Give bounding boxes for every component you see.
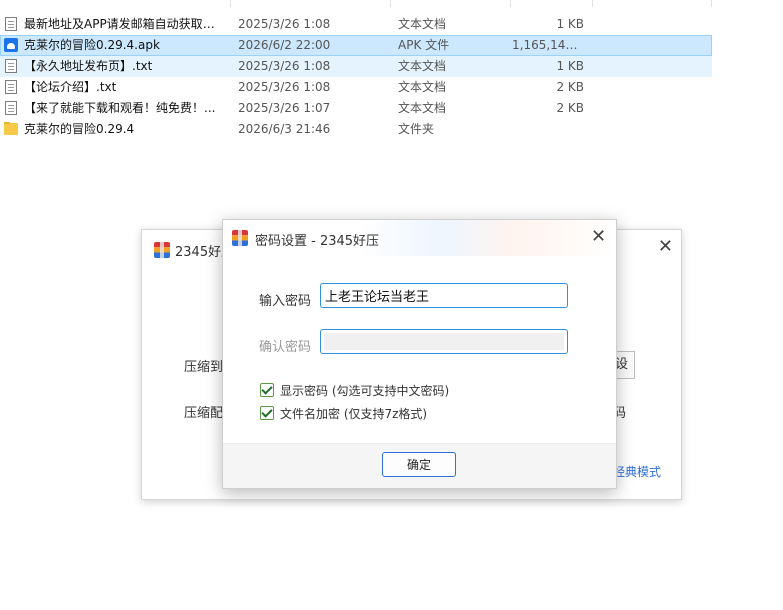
file-row[interactable]: 【论坛介绍】.txt 2025/3/26 1:08 文本文档 2 KB — [0, 77, 712, 98]
file-name: 克莱尔的冒险0.29.4.apk — [24, 38, 160, 52]
file-type: 文本文档 — [398, 101, 447, 115]
file-date: 2025/3/26 1:08 — [238, 17, 331, 31]
file-size: 2 KB — [556, 80, 584, 94]
file-date: 2025/3/26 1:08 — [238, 59, 331, 73]
dialog-footer: 确定 — [223, 443, 616, 488]
text-file-icon — [4, 17, 19, 32]
haozip-logo-icon — [232, 230, 248, 246]
close-icon[interactable]: ✕ — [591, 226, 606, 247]
password-input[interactable] — [320, 283, 568, 308]
show-password-label: 显示密码 (勾选可支持中文密码) — [280, 384, 450, 398]
show-password-checkbox[interactable] — [260, 383, 274, 397]
file-type: 文本文档 — [398, 59, 447, 73]
file-name: 最新地址及APP请发邮箱自动获取！... — [24, 17, 226, 31]
file-size: 1 KB — [556, 17, 584, 31]
file-name: 【永久地址发布页】.txt — [24, 59, 153, 73]
file-type: 文本文档 — [398, 80, 447, 94]
haozip-logo-icon — [154, 242, 170, 258]
text-file-icon — [4, 59, 19, 74]
file-row-selected[interactable]: 克莱尔的冒险0.29.4.apk 2026/6/2 22:00 APK 文件 1… — [0, 35, 712, 56]
file-type: 文件夹 — [398, 122, 435, 136]
file-size: 1 KB — [556, 59, 584, 73]
column-header — [0, 0, 712, 7]
encrypt-filenames-label: 文件名加密 (仅支持7z格式) — [280, 407, 428, 421]
apk-file-icon — [4, 38, 19, 53]
password-dialog: 密码设置 - 2345好压 ✕ 输入密码 确认密码 显示密码 (勾选可支持中文密… — [222, 219, 617, 489]
file-row[interactable]: 最新地址及APP请发邮箱自动获取！... 2025/3/26 1:08 文本文档… — [0, 14, 712, 35]
folder-icon — [4, 122, 19, 137]
file-type: 文本文档 — [398, 17, 447, 31]
file-name: 【来了就能下载和观看！纯免费！... — [24, 101, 216, 115]
file-date: 2026/6/2 22:00 — [238, 38, 331, 52]
file-date: 2026/6/3 21:46 — [238, 122, 331, 136]
file-row[interactable]: 【来了就能下载和观看！纯免费！... 2025/3/26 1:07 文本文档 2… — [0, 98, 712, 119]
compress-to-label: 压缩到 — [184, 360, 224, 375]
file-name: 克莱尔的冒险0.29.4 — [24, 122, 135, 136]
file-list: 最新地址及APP请发邮箱自动获取！... 2025/3/26 1:08 文本文档… — [0, 14, 712, 140]
file-size: 1,165,149... — [512, 38, 584, 52]
file-date: 2025/3/26 1:08 — [238, 80, 331, 94]
classic-mode-link[interactable]: 经典模式 — [613, 463, 661, 480]
encrypt-filenames-checkbox[interactable] — [260, 406, 274, 420]
file-size: 2 KB — [556, 101, 584, 115]
text-file-icon — [4, 101, 19, 116]
text-file-icon — [4, 80, 19, 95]
ok-button[interactable]: 确定 — [382, 452, 456, 477]
close-icon[interactable]: ✕ — [658, 236, 673, 257]
dialog-title: 密码设置 - 2345好压 — [255, 234, 380, 249]
confirm-password-label: 确认密码 — [259, 340, 312, 355]
password-label: 输入密码 — [259, 294, 312, 309]
confirm-password-input[interactable] — [320, 329, 568, 354]
file-row[interactable]: 【永久地址发布页】.txt 2025/3/26 1:08 文本文档 1 KB — [0, 56, 712, 77]
file-date: 2025/3/26 1:07 — [238, 101, 331, 115]
file-type: APK 文件 — [398, 38, 450, 52]
file-name: 【论坛介绍】.txt — [24, 80, 117, 94]
file-row[interactable]: 克莱尔的冒险0.29.4 2026/6/3 21:46 文件夹 — [0, 119, 712, 140]
